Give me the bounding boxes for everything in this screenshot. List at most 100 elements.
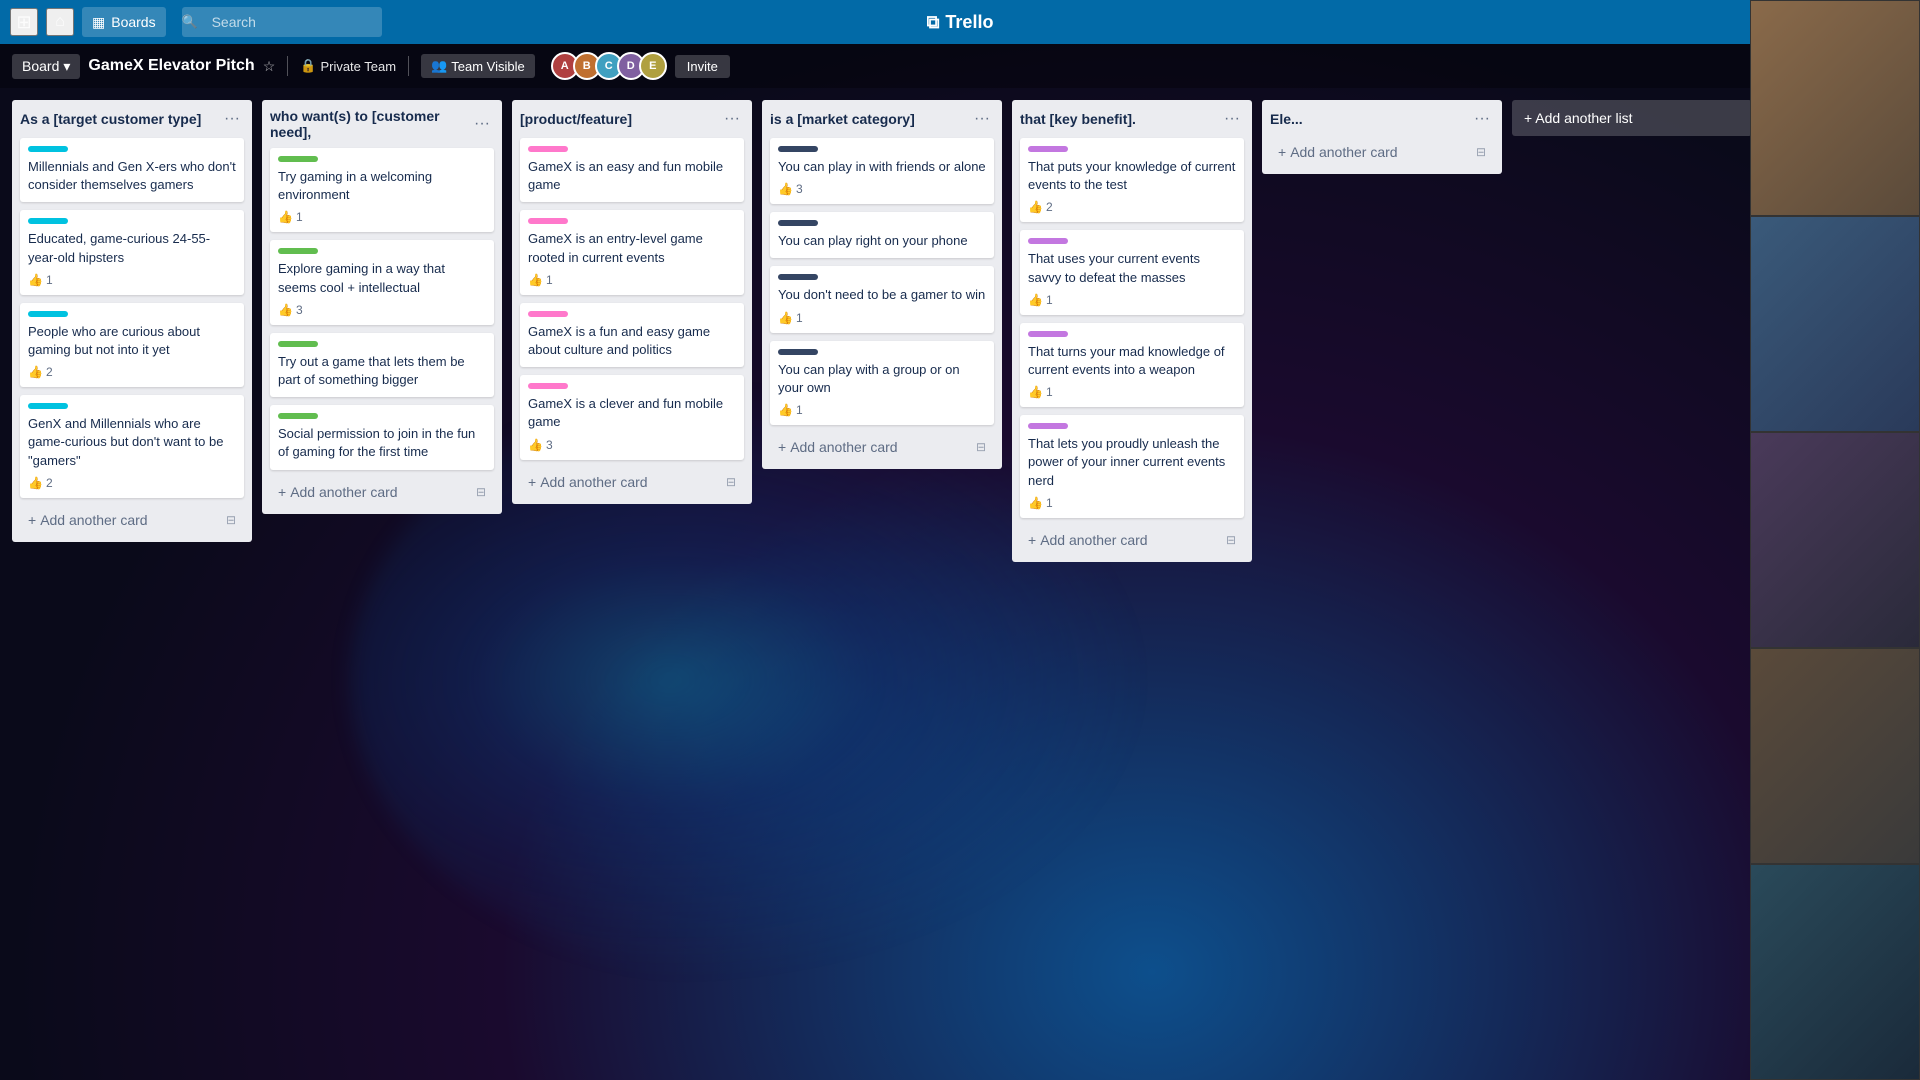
video-feed-4 bbox=[1751, 649, 1919, 863]
add-card-left-0: +Add another card bbox=[28, 512, 148, 528]
add-card-label-4: Add another card bbox=[1040, 532, 1147, 548]
card-text-0-2: People who are curious about gaming but … bbox=[28, 323, 236, 359]
card-3-0[interactable]: You can play in with friends or alone👍3 bbox=[770, 138, 994, 204]
plus-icon: + bbox=[278, 484, 286, 500]
add-card-label-1: Add another card bbox=[290, 484, 397, 500]
card-3-1[interactable]: You can play right on your phone bbox=[770, 212, 994, 258]
home-icon[interactable]: ⌂ bbox=[46, 8, 74, 36]
vote-count-3-3: 1 bbox=[796, 403, 803, 417]
add-card-button-2[interactable]: +Add another card⊟ bbox=[520, 468, 744, 496]
column-0: As a [target customer type]··· Millennial… bbox=[12, 100, 252, 542]
column-title-5: Ele... bbox=[1270, 111, 1470, 127]
column-title-0: As a [target customer type] bbox=[20, 111, 220, 127]
card-2-2[interactable]: GameX is a fun and easy game about cultu… bbox=[520, 303, 744, 367]
column-menu-button-4[interactable]: ··· bbox=[1220, 108, 1244, 130]
card-label-2-0 bbox=[528, 146, 568, 152]
add-card-label-2: Add another card bbox=[540, 474, 647, 490]
column-header-1: who want(s) to [customer need],··· bbox=[270, 108, 494, 140]
card-3-2[interactable]: You don't need to be a gamer to win👍1 bbox=[770, 266, 994, 332]
grid-icon[interactable]: ⊞ bbox=[10, 8, 38, 36]
card-1-0[interactable]: Try gaming in a welcoming environment👍1 bbox=[270, 148, 494, 232]
card-4-2[interactable]: That turns your mad knowledge of current… bbox=[1020, 323, 1244, 407]
card-2-3[interactable]: GameX is a clever and fun mobile game👍3 bbox=[520, 375, 744, 459]
private-label-text: Private Team bbox=[320, 59, 396, 74]
add-card-button-0[interactable]: +Add another card ⊟ bbox=[20, 506, 244, 534]
vote-count-4-2: 1 bbox=[1046, 385, 1053, 399]
team-icon: 👥 bbox=[431, 58, 447, 74]
card-1-2[interactable]: Try out a game that lets them be part of… bbox=[270, 333, 494, 397]
card-1-3[interactable]: Social permission to join in the fun of … bbox=[270, 405, 494, 469]
column-5: Ele...··· +Add another card ⊟ bbox=[1262, 100, 1502, 174]
star-icon[interactable]: ☆ bbox=[263, 58, 276, 75]
add-card-button-1[interactable]: +Add another card⊟ bbox=[270, 478, 494, 506]
card-footer-2-1: 👍1 bbox=[528, 273, 736, 287]
card-label-1-1 bbox=[278, 248, 318, 254]
card-4-0[interactable]: That puts your knowledge of current even… bbox=[1020, 138, 1244, 222]
thumbs-up-icon: 👍 bbox=[278, 303, 293, 317]
column-menu-button-5[interactable]: ··· bbox=[1470, 108, 1494, 130]
boards-icon: ▦ bbox=[92, 14, 105, 31]
add-card-left-5: +Add another card bbox=[1278, 144, 1398, 160]
card-vote-1-0: 👍1 bbox=[278, 210, 303, 224]
card-0-0[interactable]: Millennials and Gen X-ers who don't cons… bbox=[20, 138, 244, 202]
column-title-1: who want(s) to [customer need], bbox=[270, 108, 470, 140]
column-menu-button-1[interactable]: ··· bbox=[470, 113, 494, 135]
card-text-0-1: Educated, game-curious 24-55-year-old hi… bbox=[28, 230, 236, 266]
column-1: who want(s) to [customer need],··· Try ga… bbox=[262, 100, 502, 514]
card-label-2-3 bbox=[528, 383, 568, 389]
add-card-button-3[interactable]: +Add another card⊟ bbox=[770, 433, 994, 461]
thumbs-up-icon: 👍 bbox=[1028, 200, 1043, 214]
card-4-3[interactable]: That lets you proudly unleash the power … bbox=[1020, 415, 1244, 518]
column-menu-button-0[interactable]: ··· bbox=[220, 108, 244, 130]
team-label: Team Visible bbox=[451, 59, 524, 74]
vote-count-3-0: 3 bbox=[796, 182, 803, 196]
card-footer-2-3: 👍3 bbox=[528, 438, 736, 452]
archive-icon: ⊟ bbox=[1476, 145, 1486, 159]
thumbs-up-icon: 👍 bbox=[778, 311, 793, 325]
card-vote-4-0: 👍2 bbox=[1028, 200, 1053, 214]
board-content: As a [target customer type]···Millennial… bbox=[0, 88, 1920, 1080]
column-header-5: Ele...··· bbox=[1270, 108, 1494, 130]
team-visible-button[interactable]: 👥 Team Visible bbox=[421, 54, 535, 78]
invite-button[interactable]: Invite bbox=[675, 55, 730, 78]
private-label: 🔒 Private Team bbox=[300, 58, 396, 74]
archive-icon: ⊟ bbox=[226, 513, 236, 527]
card-text-4-1: That uses your current events savvy to d… bbox=[1028, 250, 1236, 286]
card-footer-4-1: 👍1 bbox=[1028, 293, 1236, 307]
add-card-button-5[interactable]: +Add another card ⊟ bbox=[1270, 138, 1494, 166]
invite-label: Invite bbox=[687, 59, 718, 74]
avatar-5: E bbox=[639, 52, 667, 80]
add-column-button[interactable]: + Add another list bbox=[1512, 100, 1752, 136]
column-menu-button-3[interactable]: ··· bbox=[970, 108, 994, 130]
thumbs-up-icon: 👍 bbox=[1028, 385, 1043, 399]
board-dropdown-button[interactable]: Board ▾ bbox=[12, 54, 80, 79]
card-text-0-0: Millennials and Gen X-ers who don't cons… bbox=[28, 158, 236, 194]
video-feed-1 bbox=[1751, 1, 1919, 215]
card-0-1[interactable]: Educated, game-curious 24-55-year-old hi… bbox=[20, 210, 244, 294]
card-0-2[interactable]: People who are curious about gaming but … bbox=[20, 303, 244, 387]
card-text-3-2: You don't need to be a gamer to win bbox=[778, 286, 986, 304]
card-text-0-3: GenX and Millennials who are game-curiou… bbox=[28, 415, 236, 470]
card-footer-0-1: 👍1 bbox=[28, 273, 236, 287]
card-2-0[interactable]: GameX is an easy and fun mobile game bbox=[520, 138, 744, 202]
card-1-1[interactable]: Explore gaming in a way that seems cool … bbox=[270, 240, 494, 324]
column-header-0: As a [target customer type]··· bbox=[20, 108, 244, 130]
search-input[interactable] bbox=[182, 7, 382, 37]
card-0-3[interactable]: GenX and Millennials who are game-curiou… bbox=[20, 395, 244, 498]
card-vote-4-1: 👍1 bbox=[1028, 293, 1053, 307]
column-menu-button-2[interactable]: ··· bbox=[720, 108, 744, 130]
card-2-1[interactable]: GameX is an entry-level game rooted in c… bbox=[520, 210, 744, 294]
card-3-3[interactable]: You can play with a group or on your own… bbox=[770, 341, 994, 425]
card-label-4-3 bbox=[1028, 423, 1068, 429]
add-card-left-4: +Add another card bbox=[1028, 532, 1148, 548]
board-label: Board bbox=[22, 58, 59, 74]
vote-count-4-3: 1 bbox=[1046, 496, 1053, 510]
vote-count-0-2: 2 bbox=[46, 365, 53, 379]
card-text-4-2: That turns your mad knowledge of current… bbox=[1028, 343, 1236, 379]
card-label-0-3 bbox=[28, 403, 68, 409]
thumbs-up-icon: 👍 bbox=[528, 438, 543, 452]
card-4-1[interactable]: That uses your current events savvy to d… bbox=[1020, 230, 1244, 314]
add-card-button-4[interactable]: +Add another card⊟ bbox=[1020, 526, 1244, 554]
boards-button[interactable]: ▦ Boards bbox=[82, 7, 166, 37]
card-text-2-2: GameX is a fun and easy game about cultu… bbox=[528, 323, 736, 359]
